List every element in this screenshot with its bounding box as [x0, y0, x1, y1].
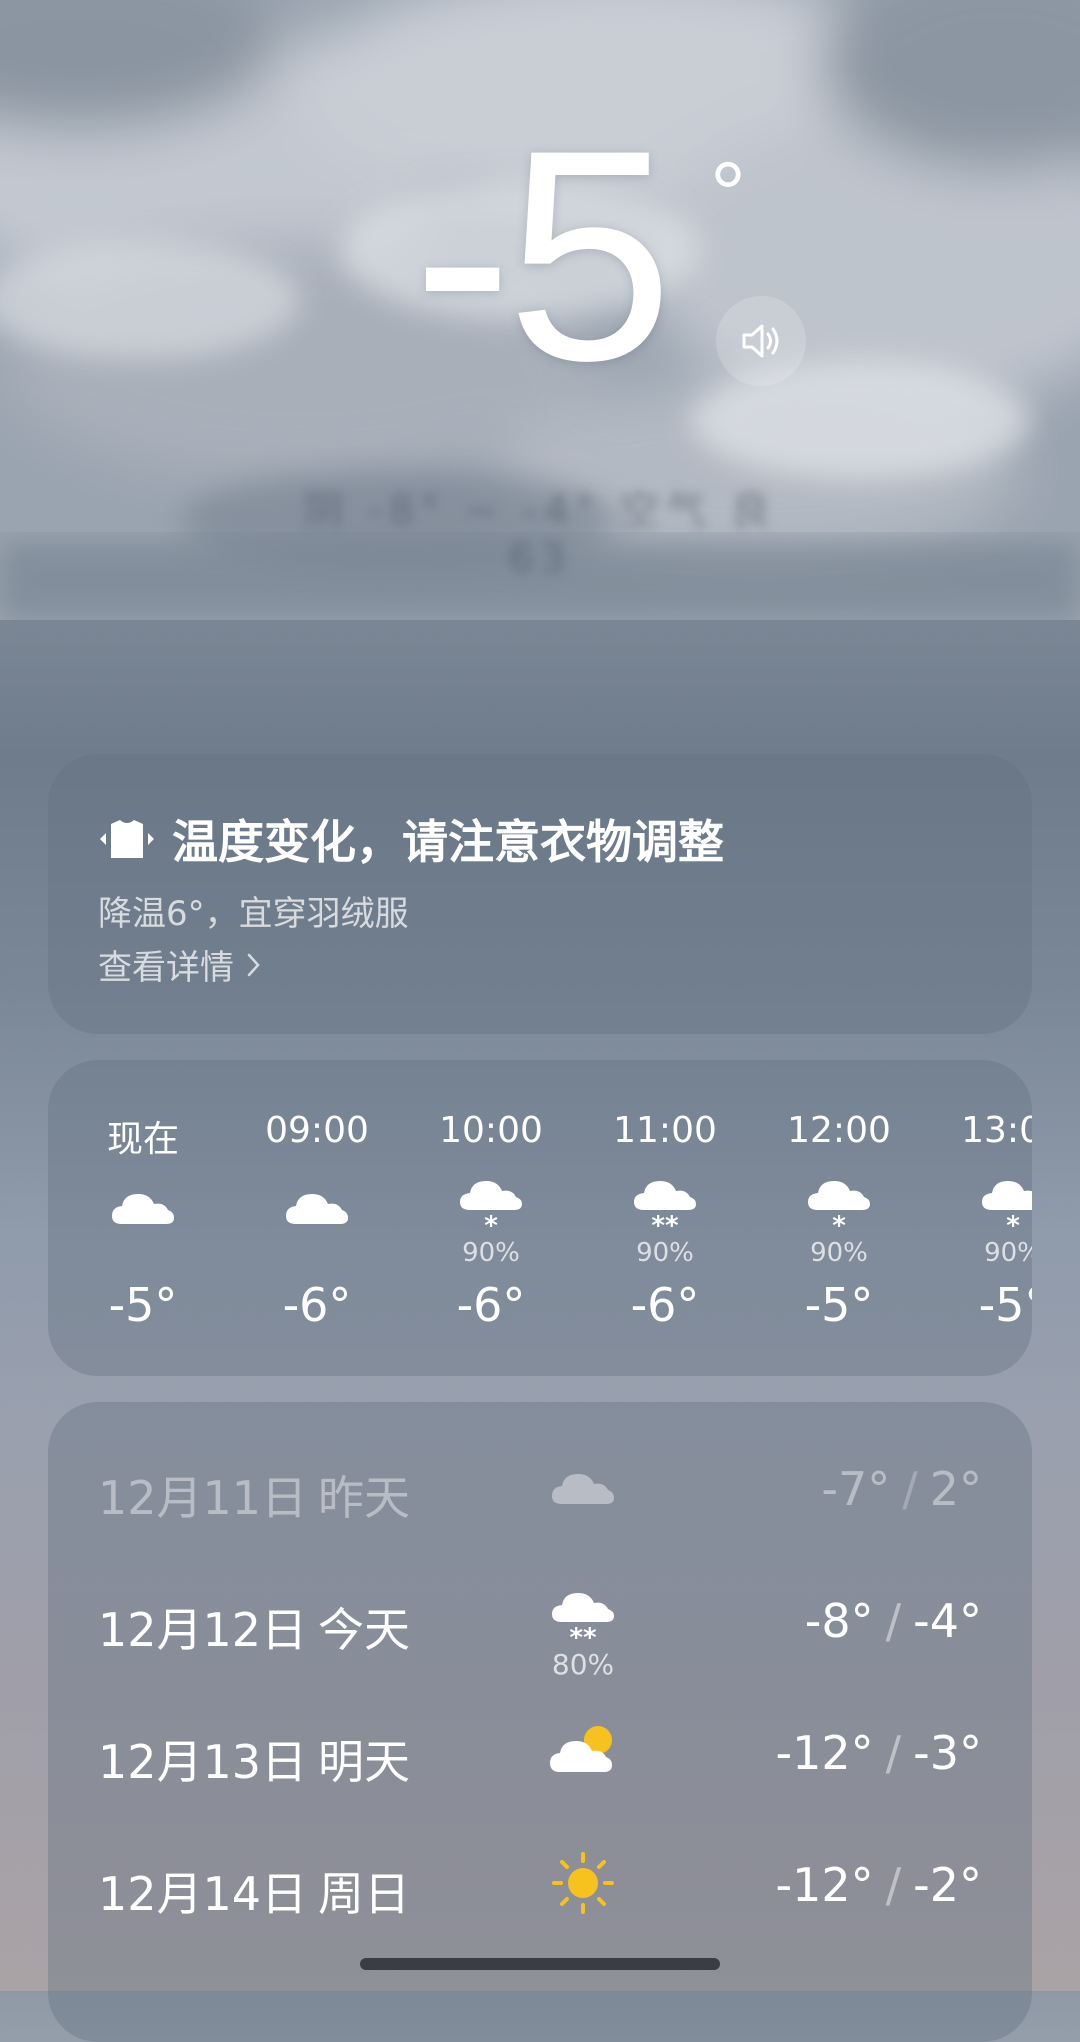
day-high: 2° [929, 1462, 982, 1516]
hour-time: 12:00 [787, 1110, 891, 1151]
speaker-icon [742, 324, 779, 358]
current-temperature: -5 [412, 87, 674, 423]
day-low: -12° [775, 1726, 874, 1780]
hourly-item[interactable]: 现在 -5° [68, 1060, 218, 1376]
day-high: -4° [913, 1594, 982, 1648]
home-indicator[interactable] [360, 1958, 720, 1970]
svg-text:*: * [832, 1211, 846, 1241]
daily-row[interactable]: 12月13日 明天 -12° / -3° [48, 1696, 1032, 1816]
hour-temp: -5° [108, 1278, 178, 1332]
day-date: 12月12日 [98, 1603, 308, 1657]
hour-time: 10:00 [439, 1110, 543, 1151]
hour-precip: 90% [984, 1238, 1032, 1268]
day-label: 今天 [318, 1603, 410, 1657]
view-details-link[interactable]: 查看详情 [98, 940, 262, 989]
hourly-item[interactable]: 11:00 ** 90% -6° [590, 1060, 740, 1376]
hour-temp: -5° [978, 1278, 1032, 1332]
day-low: -8° [804, 1594, 874, 1648]
clothing-advisory-card[interactable]: 温度变化，请注意衣物调整 降温6°，宜穿羽绒服 查看详情 [48, 754, 1032, 1034]
light-snow-icon: * [460, 1181, 522, 1241]
hour-temp: -6° [282, 1278, 352, 1332]
cloud-icon [112, 1194, 174, 1224]
voice-broadcast-button[interactable] [716, 296, 806, 386]
cloud-icon [286, 1194, 348, 1224]
hour-temp: -5° [804, 1278, 874, 1332]
daily-forecast-card[interactable]: 12月11日 昨天 -7°/2° 12月12日 今天 ** 80% -8° / -4… [48, 1402, 1032, 2042]
hour-precip: 90% [636, 1238, 694, 1268]
view-details-label: 查看详情 [98, 948, 234, 988]
hour-time: 现在 [106, 1119, 179, 1160]
day-low: -12° [775, 1858, 874, 1912]
hour-precip: 90% [810, 1238, 868, 1268]
day-temp-range: -12° / -2° [775, 1858, 982, 1912]
daily-row[interactable]: 12月11日 昨天 -7°/2° [48, 1432, 1032, 1552]
day-label: 昨天 [318, 1471, 410, 1525]
day-temp-range: -12° / -3° [775, 1726, 982, 1780]
hourly-item[interactable]: 10:00 * 90% -6° [416, 1060, 566, 1376]
light-snow-icon: * [982, 1181, 1032, 1241]
hour-time: 13:00 [961, 1110, 1032, 1151]
svg-text:**: ** [651, 1211, 679, 1241]
chevron-right-icon [247, 953, 260, 976]
sun-icon [552, 1852, 614, 1914]
day-temp-range: -8° / -4° [804, 1594, 982, 1648]
moderate-snow-icon: ** [552, 1593, 614, 1653]
day-date: 12月14日 [98, 1867, 308, 1921]
degree-symbol: ° [710, 145, 746, 245]
day-low: -7° [821, 1462, 891, 1516]
day-precip: 80% [551, 1648, 615, 1681]
moderate-snow-icon: ** [634, 1181, 696, 1241]
hourly-item[interactable]: 09:00 -6° [242, 1060, 392, 1376]
day-high: -2° [913, 1858, 982, 1912]
advisory-title-row: 温度变化，请注意衣物调整 [98, 806, 724, 872]
daily-row[interactable]: 12月14日 周日 -12° / -2° [48, 1828, 1032, 1948]
svg-text:*: * [1006, 1211, 1020, 1241]
hourly-forecast-card[interactable]: 现在 -5° 09:00 -6° 10:00 * 90% -6° 11:00 *… [48, 1060, 1032, 1376]
hour-precip: 90% [462, 1238, 520, 1268]
hour-temp: -6° [456, 1278, 526, 1332]
day-label: 明天 [318, 1735, 410, 1789]
hour-time: 11:00 [613, 1110, 717, 1151]
light-snow-icon: * [808, 1181, 870, 1241]
advisory-title: 温度变化，请注意衣物调整 [172, 815, 724, 869]
hourly-item[interactable]: 13:00 * 90% -5° [938, 1060, 1032, 1376]
shirt-icon [100, 820, 154, 858]
day-date: 12月13日 [98, 1735, 308, 1789]
day-high: -3° [913, 1726, 982, 1780]
day-date: 12月11日 [98, 1471, 308, 1525]
hour-time: 09:00 [265, 1110, 369, 1151]
cloud-icon [552, 1474, 614, 1504]
daily-row[interactable]: 12月12日 今天 ** 80% -8° / -4° [48, 1564, 1032, 1684]
hour-temp: -6° [630, 1278, 700, 1332]
day-label: 周日 [318, 1867, 410, 1921]
svg-text:*: * [484, 1211, 498, 1241]
day-temp-range: -7°/2° [821, 1462, 982, 1516]
hourly-item[interactable]: 12:00 * 90% -5° [764, 1060, 914, 1376]
blurred-condition-text: 阴 -8° ~ -4° 空气 良 63 [303, 488, 777, 582]
advisory-subtitle: 降温6°，宜穿羽绒服 [98, 894, 409, 934]
partly-cloudy-icon [550, 1726, 612, 1772]
